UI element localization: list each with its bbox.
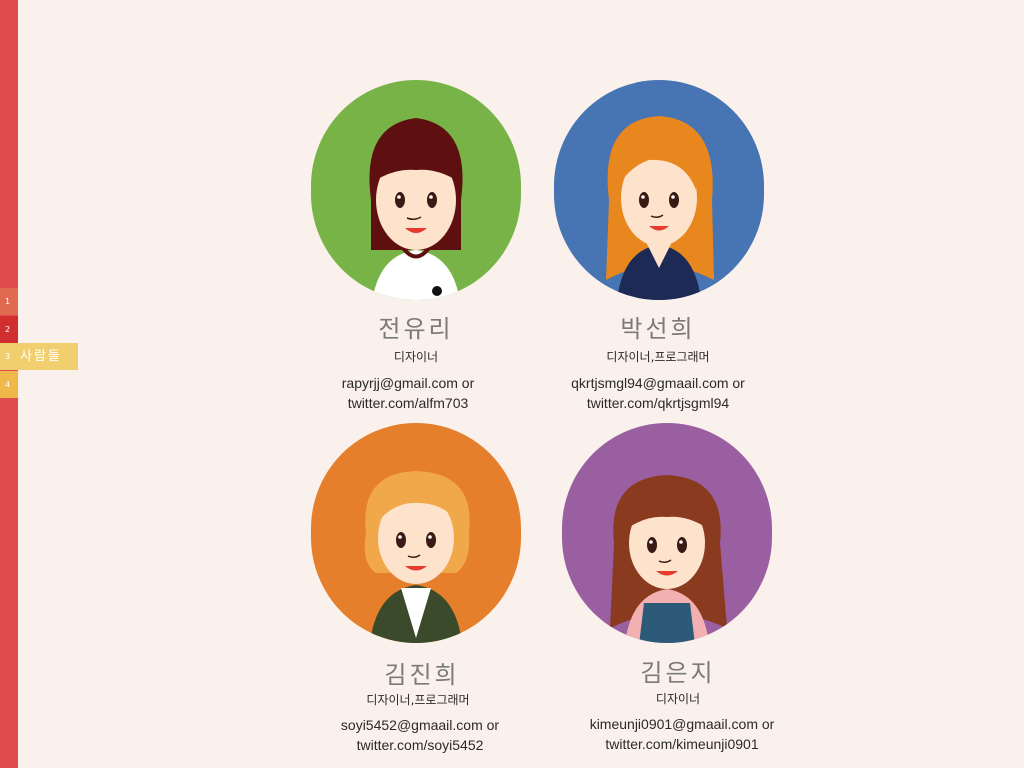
nav-step-2[interactable]: 2 bbox=[0, 316, 18, 343]
twitter-link[interactable]: twitter.com/kimeunji0901 bbox=[552, 734, 812, 754]
nav-step-4[interactable]: 4 bbox=[0, 371, 18, 398]
nav-step-3-active[interactable]: 3 사람들 bbox=[0, 343, 78, 370]
person-name: 전유리 bbox=[378, 315, 454, 343]
nav-step-number: 2 bbox=[5, 325, 11, 334]
email-link[interactable]: qkrtjsmgl94@gmaail.com or bbox=[528, 373, 788, 393]
avatar-portrait bbox=[562, 423, 772, 643]
email-link[interactable]: rapyrjj@gmail.com or bbox=[278, 373, 538, 393]
avatar-portrait bbox=[311, 423, 521, 643]
nav-step-label: 사람들 bbox=[20, 349, 62, 364]
person-role: 디자이너 bbox=[655, 692, 701, 706]
nav-step-number: 3 bbox=[5, 352, 11, 361]
person-contact: qkrtjsmgl94@gmaail.com or twitter.com/qk… bbox=[528, 373, 788, 413]
person-contact: soyi5452@gmaail.com or twitter.com/soyi5… bbox=[290, 715, 550, 755]
email-link[interactable]: kimeunji0901@gmaail.com or bbox=[552, 714, 812, 734]
nav-step-number: 1 bbox=[5, 297, 11, 306]
person-contact: kimeunji0901@gmaail.com or twitter.com/k… bbox=[552, 714, 812, 754]
twitter-link[interactable]: twitter.com/alfm703 bbox=[278, 393, 538, 413]
person-role: 디자이너 bbox=[393, 350, 439, 364]
person-role: 디자이너,프로그래머 bbox=[366, 693, 470, 707]
avatar-portrait bbox=[311, 80, 521, 300]
avatar-portrait bbox=[554, 80, 764, 300]
person-contact: rapyrjj@gmail.com or twitter.com/alfm703 bbox=[278, 373, 538, 413]
twitter-link[interactable]: twitter.com/qkrtjsgml94 bbox=[528, 393, 788, 413]
nav-step-1[interactable]: 1 bbox=[0, 288, 18, 315]
person-name: 박선희 bbox=[620, 315, 696, 343]
email-link[interactable]: soyi5452@gmaail.com or bbox=[290, 715, 550, 735]
nav-step-number: 4 bbox=[5, 380, 11, 389]
person-name: 김진희 bbox=[384, 661, 460, 689]
person-role: 디자이너,프로그래머 bbox=[606, 350, 710, 364]
twitter-link[interactable]: twitter.com/soyi5452 bbox=[290, 735, 550, 755]
person-name: 김은지 bbox=[640, 659, 716, 687]
